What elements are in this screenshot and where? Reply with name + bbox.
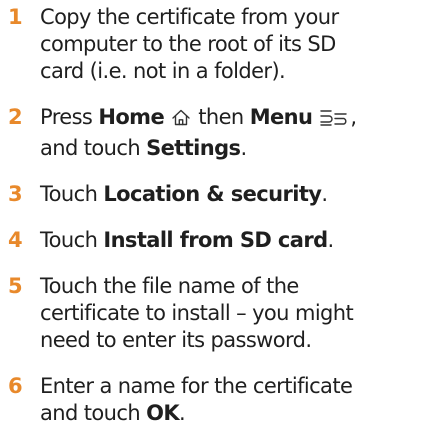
step-number: 1 — [8, 5, 23, 29]
text-fragment: . — [179, 401, 186, 425]
home-label: Home — [98, 105, 165, 129]
text-fragment: Press — [40, 105, 99, 129]
step-text: Press Home then Menu , and touch Setting… — [40, 104, 370, 162]
step-2: 2 Press Home then Menu , and touch Setti… — [8, 104, 422, 162]
text-fragment: . — [327, 228, 335, 252]
step-number: 6 — [8, 374, 23, 398]
text-fragment: . — [240, 136, 247, 160]
steps-list: 1 Copy the certificate from your compute… — [8, 4, 422, 427]
step-3: 3 Touch Location & security. — [8, 181, 422, 208]
menu-label: Menu — [249, 105, 313, 129]
step-number: 4 — [8, 228, 23, 252]
step-text: Enter a name for the certificate and tou… — [40, 373, 380, 427]
home-icon — [171, 108, 191, 135]
step-4: 4 Touch Install from SD card. — [8, 227, 422, 254]
step-text: Touch Location & security. — [40, 181, 422, 208]
menu-icon — [319, 108, 349, 135]
step-1: 1 Copy the certificate from your compute… — [8, 4, 422, 85]
step-text: Touch the file name of the certificate t… — [40, 273, 422, 354]
text-fragment: then — [192, 105, 250, 129]
step-number: 5 — [8, 274, 23, 298]
install-sd-label: Install from SD card — [103, 228, 328, 252]
step-5: 5 Touch the file name of the certificate… — [8, 273, 422, 354]
location-security-label: Location & security — [103, 182, 322, 206]
ok-label: OK — [146, 401, 180, 425]
step-1-text: Copy the certificate from your computer … — [40, 5, 339, 83]
step-text: Copy the certificate from your computer … — [40, 4, 422, 85]
step-text: Touch Install from SD card. — [40, 227, 422, 254]
step-5-text: Touch the file name of the certificate t… — [40, 274, 354, 352]
step-number: 2 — [8, 105, 23, 129]
text-fragment: Touch — [40, 228, 104, 252]
step-6: 6 Enter a name for the certificate and t… — [8, 373, 422, 427]
text-fragment: . — [321, 182, 328, 206]
text-fragment: Touch — [40, 182, 104, 206]
step-number: 3 — [8, 182, 23, 206]
text-fragment: Enter a name for the certificate and tou… — [40, 374, 353, 425]
settings-label: Settings — [146, 136, 241, 160]
